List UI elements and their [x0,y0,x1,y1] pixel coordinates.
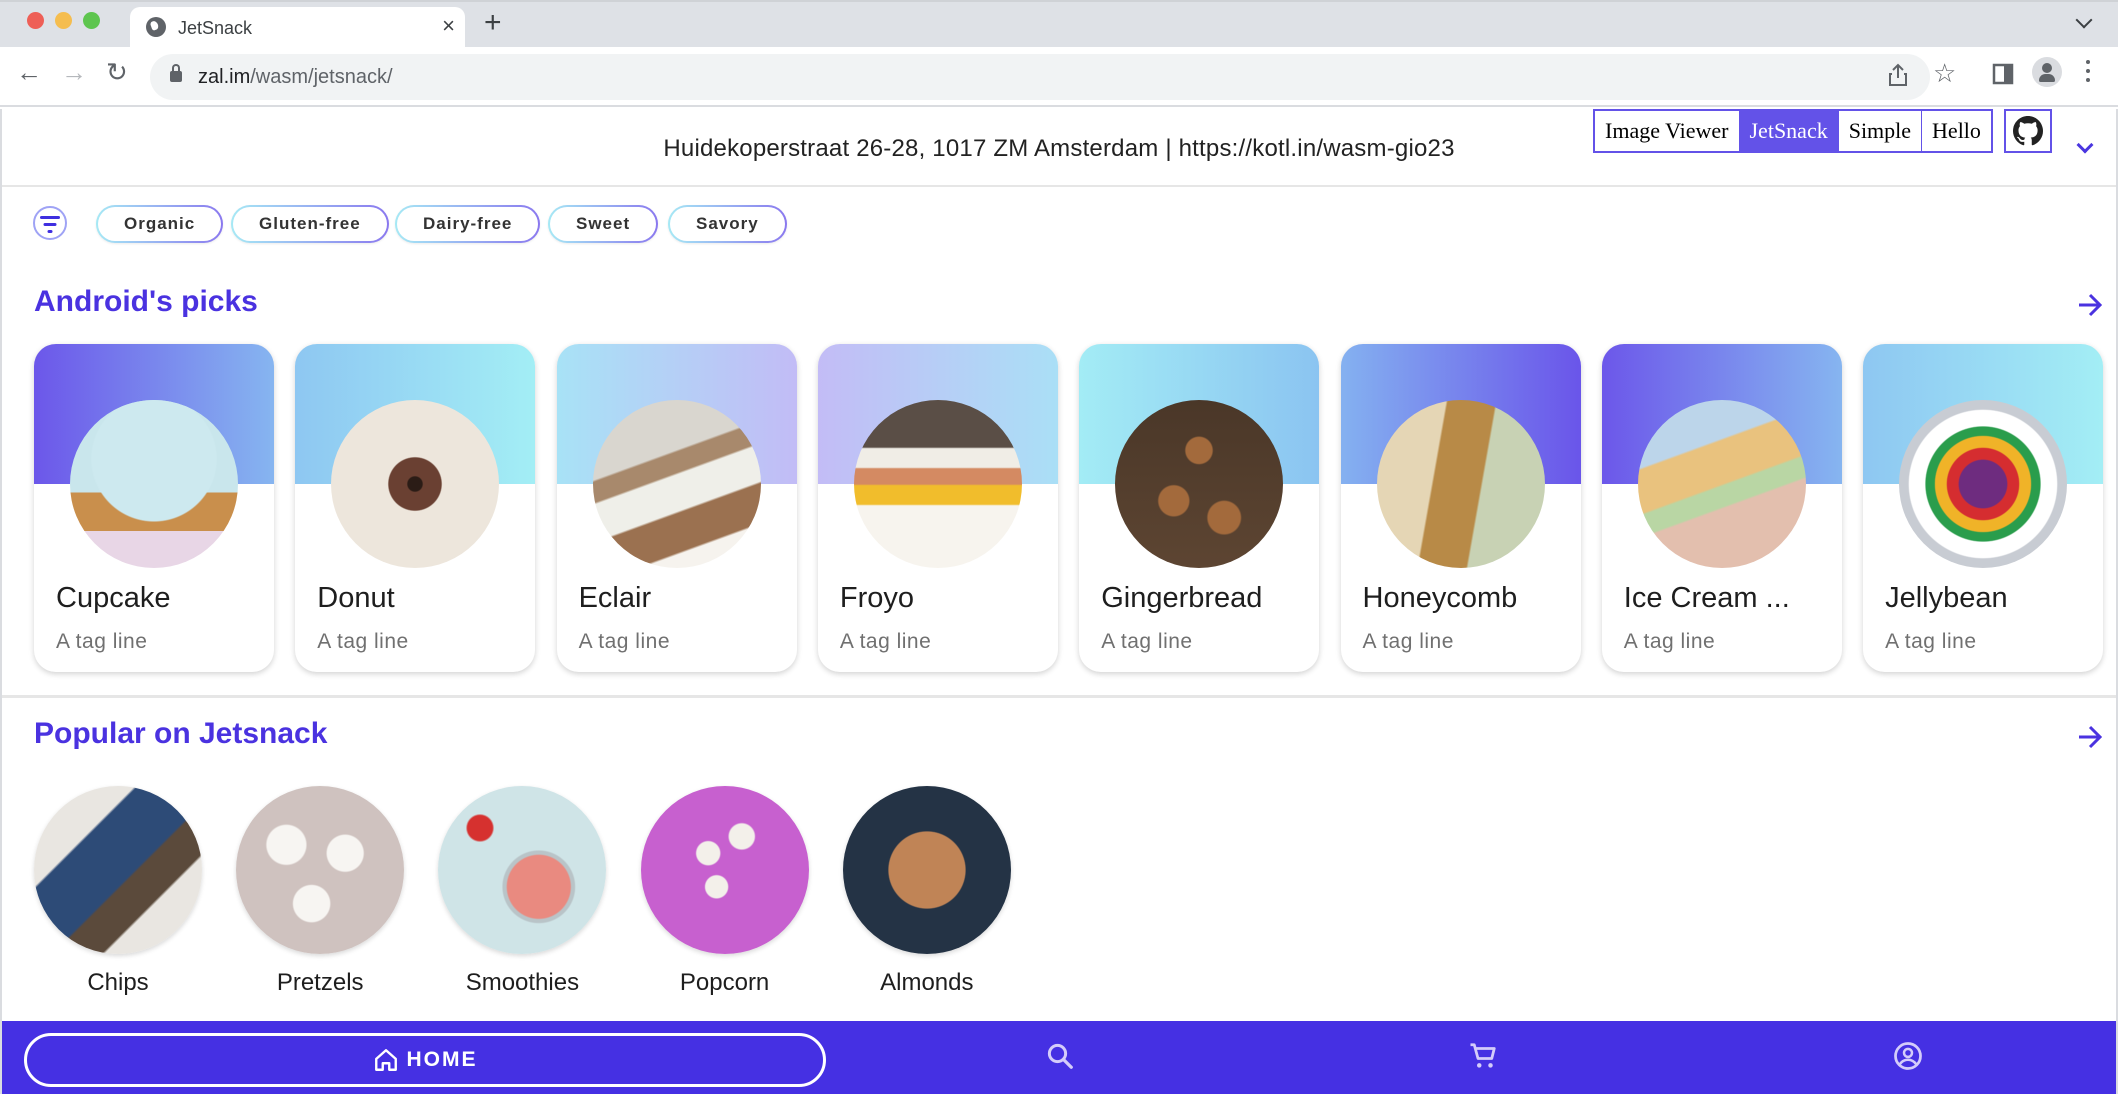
popular-item-name: Pretzels [276,969,364,996]
popular-item-name: Almonds [880,969,974,996]
forward-icon[interactable]: → [61,59,87,85]
demo-tab-image-viewer[interactable]: Image Viewer [1595,111,1739,151]
tab-search-chevron-icon[interactable] [2075,11,2093,29]
popular-item-image [640,786,809,954]
snack-name: Eclair [578,582,652,614]
bottom-navigation: HOME [2,1021,2116,1094]
snack-name: Jellybean [1885,582,2008,614]
filter-chip-organic[interactable]: Organic [96,205,223,243]
snack-name: Honeycomb [1362,582,1518,614]
window-minimize-button[interactable] [55,12,72,29]
browser-toolbar: ← → ↻ zal.im/wasm/jetsnack/ ☆ [0,47,2118,107]
reload-icon[interactable]: ↻ [106,59,128,85]
section-title-popular: Popular on Jetsnack [34,717,328,750]
tab-title: JetSnack [178,18,253,38]
new-tab-button[interactable]: + [484,8,502,38]
filter-chip-dairy-free[interactable]: Dairy-free [395,205,540,243]
back-icon[interactable]: ← [16,59,42,85]
demo-tab-simple[interactable]: Simple [1837,111,1922,151]
popular-item-image [236,786,405,954]
nav-home-button[interactable]: HOME [24,1033,826,1087]
snack-tagline: A tag line [1101,630,1193,653]
demo-switcher: Image Viewer JetSnack Simple Hello [1593,109,1993,153]
window-close-button[interactable] [27,12,44,29]
snack-image [853,400,1022,568]
github-icon [2013,116,2043,146]
section-title-androids-picks: Android's picks [34,285,258,318]
popular-item-image [34,786,202,954]
window-maximize-button[interactable] [83,12,100,29]
demo-tab-jetsnack[interactable]: JetSnack [1738,111,1838,151]
popular-item[interactable]: Chips [34,786,202,997]
home-icon [374,1049,397,1071]
popular-item[interactable]: Popcorn [640,786,809,997]
profile-icon[interactable] [1893,1041,1923,1071]
filter-chip-savory[interactable]: Savory [668,205,787,243]
popular-item[interactable]: Smoothies [438,786,607,997]
popular-item-image [842,786,1011,954]
url-text[interactable]: zal.im/wasm/jetsnack/ [198,66,393,89]
browser-profile-avatar[interactable] [2032,57,2062,87]
snack-card[interactable]: Jellybean A tag line [1863,344,2104,672]
address-bar[interactable]: zal.im/wasm/jetsnack/ [150,54,1930,100]
demo-tab-hello[interactable]: Hello [1921,111,1991,151]
popular-item-name: Popcorn [679,969,770,996]
snack-name: Ice Cream ... [1623,582,1790,614]
popular-item-image [438,786,607,954]
snack-name: Cupcake [56,582,171,614]
browser-tab-strip: JetSnack × + [0,0,2118,49]
popular-item[interactable]: Pretzels [236,786,405,997]
filter-chip-sweet[interactable]: Sweet [548,205,658,243]
popular-more-arrow-icon[interactable] [2077,724,2103,750]
snack-name: Gingerbread [1101,582,1263,614]
app-header: Huidekoperstraat 26-28, 1017 ZM Amsterda… [2,109,2116,187]
snack-card[interactable]: Ice Cream ... A tag line [1601,344,1842,672]
snack-card[interactable]: Cupcake A tag line [34,344,274,672]
snack-card[interactable]: Honeycomb A tag line [1340,344,1581,672]
snack-image [70,400,238,568]
filter-chip-gluten-free[interactable]: Gluten-free [231,205,389,243]
lock-icon [170,64,182,82]
snack-card[interactable]: Gingerbread A tag line [1079,344,1320,672]
snack-card[interactable]: Froyo A tag line [817,344,1058,672]
popular-item-name: Chips [87,969,149,996]
snack-name: Froyo [839,582,915,614]
snack-image [1637,400,1806,568]
androids-picks-more-arrow-icon[interactable] [2077,292,2103,318]
snack-card[interactable]: Eclair A tag line [556,344,797,672]
browser-tab[interactable]: JetSnack × [130,7,465,49]
github-link[interactable] [2004,109,2052,153]
snack-card[interactable]: Donut A tag line [295,344,536,672]
snack-tagline: A tag line [1623,630,1716,653]
snack-tagline: A tag line [317,630,409,653]
tab-close-icon[interactable]: × [442,15,455,37]
snack-tagline: A tag line [839,630,932,653]
snack-tagline: A tag line [1885,630,1977,653]
snack-tagline: A tag line [56,630,148,653]
snack-image [592,400,761,568]
url-path: /wasm/jetsnack/ [250,66,393,88]
snack-image [1376,400,1545,568]
jetsnack-app: Huidekoperstraat 26-28, 1017 ZM Amsterda… [0,109,2118,1094]
search-icon[interactable] [1045,1041,1075,1071]
popular-item-name: Smoothies [465,969,580,996]
snack-tagline: A tag line [578,630,670,653]
side-panel-icon[interactable] [1992,63,2014,89]
snack-name: Donut [317,582,395,614]
nav-home-label: HOME [406,1048,478,1071]
share-icon[interactable] [1888,63,1908,91]
popular-item[interactable]: Almonds [842,786,1011,997]
url-host: zal.im [198,66,251,88]
filter-icon[interactable] [33,206,67,240]
snack-image [331,400,500,568]
cart-icon[interactable] [1468,1041,1498,1071]
snack-tagline: A tag line [1362,630,1454,653]
snack-image [1115,400,1284,568]
section-divider [2,695,2116,698]
snack-image [1899,400,2068,568]
browser-menu-icon[interactable] [2086,60,2090,84]
bookmark-star-icon[interactable]: ☆ [1933,60,1956,86]
globe-icon [146,17,166,37]
